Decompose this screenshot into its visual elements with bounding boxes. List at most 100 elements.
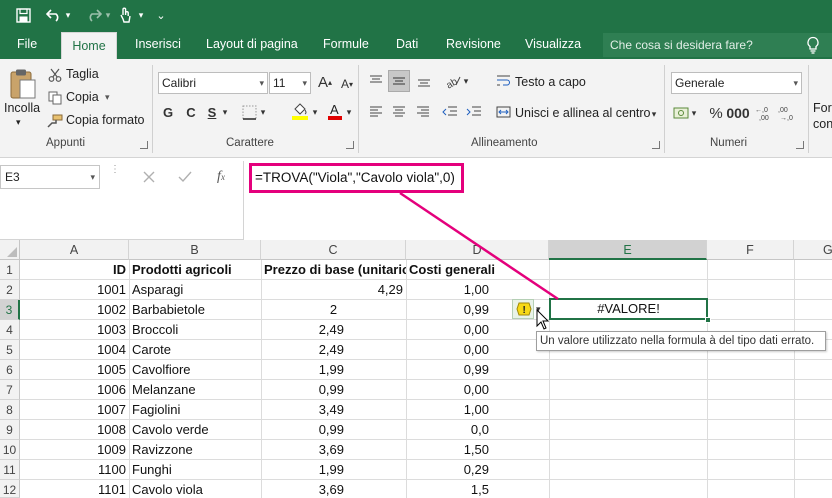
cell-id[interactable]: 1004 — [20, 340, 129, 360]
cell-product[interactable]: Ravizzone — [129, 440, 261, 460]
align-center-icon[interactable] — [389, 102, 409, 122]
column-header-a[interactable]: A — [20, 240, 129, 260]
select-all-corner[interactable] — [0, 240, 20, 260]
fill-color-icon[interactable] — [290, 100, 310, 122]
cell-price[interactable]: 2 — [261, 300, 406, 320]
merge-dropdown-icon[interactable]: ▾ — [649, 108, 659, 120]
cell-price[interactable]: 0,99 — [261, 380, 347, 400]
align-middle-icon[interactable] — [388, 70, 410, 92]
cell-id[interactable]: 1001 — [20, 280, 129, 300]
cell-product[interactable]: Broccoli — [129, 320, 261, 340]
conditional-format-label-1[interactable]: Form — [813, 101, 832, 115]
name-box[interactable]: E3 ▾ — [0, 165, 100, 189]
decrease-indent-icon[interactable] — [440, 102, 460, 122]
column-header-e[interactable]: E — [549, 240, 707, 260]
row-header[interactable]: 5 — [0, 340, 20, 360]
conditional-format-label-2[interactable]: cond — [813, 117, 832, 131]
orientation-dropdown-icon[interactable]: ▾ — [462, 75, 470, 87]
cell-id[interactable]: 1007 — [20, 400, 129, 420]
tab-file[interactable]: File — [17, 30, 37, 59]
cell-cost[interactable]: 0,0 — [406, 420, 492, 440]
row-header[interactable]: 9 — [0, 420, 20, 440]
cell-id[interactable]: 1006 — [20, 380, 129, 400]
cell-id[interactable]: 1009 — [20, 440, 129, 460]
grow-font-icon[interactable]: A ▴ — [316, 73, 334, 91]
row-header[interactable]: 8 — [0, 400, 20, 420]
cell-price[interactable]: 2,49 — [261, 320, 347, 340]
font-color-dropdown-icon[interactable]: ▾ — [344, 105, 354, 119]
underline-button[interactable]: S — [204, 103, 220, 121]
touch-dropdown-icon[interactable]: ▾ — [136, 4, 146, 26]
cut-button[interactable]: Taglia — [66, 67, 99, 81]
cell-id[interactable]: 1100 — [20, 460, 129, 480]
cell-cost[interactable]: 0,00 — [406, 340, 492, 360]
column-header-d[interactable]: D — [406, 240, 549, 260]
row-header[interactable]: 3 — [0, 300, 20, 320]
row-header[interactable]: 1 — [0, 260, 20, 280]
paste-dropdown-icon[interactable]: ▾ — [16, 117, 21, 128]
tab-data[interactable]: Dati — [396, 30, 418, 59]
redo-icon[interactable] — [84, 4, 104, 26]
borders-dropdown-icon[interactable]: ▾ — [258, 105, 268, 119]
error-check-button[interactable]: ! — [512, 299, 534, 319]
undo-icon[interactable] — [44, 4, 64, 26]
save-icon[interactable] — [12, 4, 34, 26]
format-painter-button[interactable]: Copia formato — [66, 113, 145, 127]
cell-product[interactable]: Cavolo verde — [129, 420, 261, 440]
paste-icon[interactable] — [8, 67, 38, 101]
paste-button[interactable]: Incolla — [4, 101, 40, 115]
fill-handle[interactable] — [705, 317, 711, 323]
borders-icon[interactable] — [240, 103, 258, 121]
enter-formula-icon[interactable] — [174, 166, 196, 188]
cell-cost[interactable]: 0,29 — [406, 460, 492, 480]
clipboard-launcher-icon[interactable] — [140, 141, 148, 149]
number-format-combo[interactable]: Generale ▾ — [671, 72, 802, 94]
row-header[interactable]: 10 — [0, 440, 20, 460]
header-cell-product[interactable]: Prodotti agricoli — [129, 260, 261, 280]
cell-product[interactable]: Melanzane — [129, 380, 261, 400]
tab-view[interactable]: Visualizza — [525, 30, 581, 59]
column-header-f[interactable]: F — [707, 240, 794, 260]
cell-product[interactable]: Carote — [129, 340, 261, 360]
cell-cost[interactable]: 1,00 — [406, 280, 492, 300]
wrap-text-button[interactable]: Testo a capo — [515, 75, 586, 89]
cell-product[interactable]: Barbabietole — [129, 300, 261, 320]
cell-cost[interactable]: 1,5 — [406, 480, 492, 498]
fill-dropdown-icon[interactable]: ▾ — [310, 105, 320, 119]
touch-mode-icon[interactable] — [116, 4, 134, 26]
font-name-combo[interactable]: Calibri ▾ — [158, 72, 268, 94]
cancel-formula-icon[interactable] — [138, 166, 160, 188]
active-cell-e3[interactable]: #VALORE! — [549, 298, 711, 323]
column-header-c[interactable]: C — [261, 240, 406, 260]
resize-dots-icon[interactable]: ⋮ — [110, 165, 120, 185]
align-left-icon[interactable] — [366, 102, 386, 122]
align-right-icon[interactable] — [413, 102, 433, 122]
undo-dropdown-icon[interactable]: ▾ — [63, 4, 73, 26]
cell-product[interactable]: Asparagi — [129, 280, 261, 300]
header-cell-base-price[interactable]: Prezzo di base (unitario) — [261, 260, 406, 280]
cell-id[interactable]: 1002 — [20, 300, 129, 320]
tell-me-search[interactable]: Che cosa si desidera fare? — [603, 33, 832, 57]
row-header[interactable]: 4 — [0, 320, 20, 340]
decrease-decimal-icon[interactable]: ,00 →,0 — [778, 103, 798, 123]
number-launcher-icon[interactable] — [796, 141, 804, 149]
alignment-launcher-icon[interactable] — [652, 141, 660, 149]
cell-id[interactable]: 1005 — [20, 360, 129, 380]
cell-id[interactable]: 1101 — [20, 480, 129, 498]
increase-indent-icon[interactable] — [464, 102, 484, 122]
tab-page-layout[interactable]: Layout di pagina — [206, 30, 298, 59]
cell-product[interactable]: Funghi — [129, 460, 261, 480]
redo-dropdown-icon[interactable]: ▾ — [103, 4, 113, 26]
shrink-font-icon[interactable]: A ▾ — [338, 75, 356, 93]
cell-product[interactable]: Cavolfiore — [129, 360, 261, 380]
column-header-b[interactable]: B — [129, 240, 261, 260]
percent-icon[interactable]: % — [707, 103, 725, 123]
underline-dropdown-icon[interactable]: ▾ — [220, 105, 230, 119]
cell-id[interactable]: 1008 — [20, 420, 129, 440]
header-cell-id[interactable]: ID — [20, 260, 129, 280]
cell-id[interactable]: 1003 — [20, 320, 129, 340]
currency-dropdown-icon[interactable]: ▾ — [690, 107, 698, 119]
orientation-icon[interactable]: ab — [442, 71, 464, 91]
bold-button[interactable]: G — [160, 103, 176, 121]
cell-cost[interactable]: 0,99 — [406, 360, 492, 380]
